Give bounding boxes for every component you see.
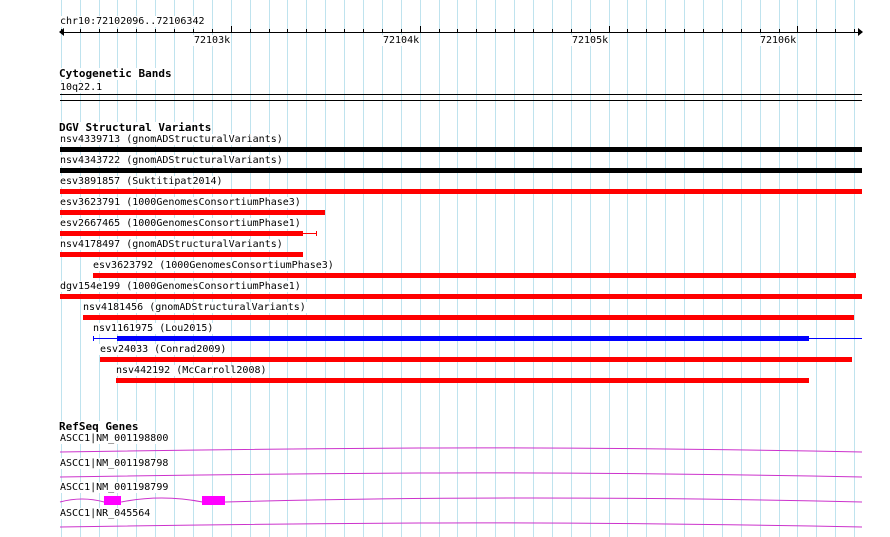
dgv-feature-bar[interactable] xyxy=(60,189,862,194)
dgv-feature-bar[interactable] xyxy=(60,252,303,257)
ruler-major-tick xyxy=(609,26,610,33)
region-label: chr10:72102096..72106342 xyxy=(59,16,206,27)
ruler-minor-tick xyxy=(344,29,345,33)
ruler-minor-tick xyxy=(646,29,647,33)
ruler-minor-tick xyxy=(80,29,81,33)
ruler-arrow-right xyxy=(858,28,863,36)
ruler-minor-tick xyxy=(741,29,742,33)
ruler-minor-tick xyxy=(250,29,251,33)
dgv-feature-label: dgv154e199 (1000GenomesConsortiumPhase1) xyxy=(59,281,302,292)
ruler-minor-tick xyxy=(627,29,628,33)
dgv-feature-bar[interactable] xyxy=(60,294,862,299)
refseq-exon[interactable] xyxy=(202,496,226,505)
ruler-minor-tick xyxy=(382,29,383,33)
dgv-feature-label: esv3623791 (1000GenomesConsortiumPhase3) xyxy=(59,197,302,208)
ruler-minor-tick xyxy=(684,29,685,33)
ruler-minor-tick xyxy=(457,29,458,33)
dgv-feature-label: nsv1161975 (Lou2015) xyxy=(92,323,215,334)
ruler-tick-label: 72105k xyxy=(571,35,610,46)
dgv-feature-bar[interactable] xyxy=(60,147,862,152)
ruler-minor-tick xyxy=(439,29,440,33)
ruler-tick-label: 72106k xyxy=(759,35,798,46)
ruler-minor-tick xyxy=(325,29,326,33)
dgv-feature-label: nsv4343722 (gnomADStructuralVariants) xyxy=(59,155,284,166)
ruler-minor-tick xyxy=(193,29,194,33)
dgv-feature-label: esv3891857 (Suktitipat2014) xyxy=(59,176,224,187)
ruler-minor-tick xyxy=(835,29,836,33)
dgv-feature-end-cap xyxy=(315,231,317,236)
dgv-feature-label: esv2667465 (1000GenomesConsortiumPhase1) xyxy=(59,218,302,229)
dgv-feature-bar[interactable] xyxy=(100,357,853,362)
dgv-feature-label: esv3623792 (1000GenomesConsortiumPhase3) xyxy=(92,260,335,271)
ruler-minor-tick xyxy=(476,29,477,33)
ruler-minor-tick xyxy=(779,29,780,33)
track-title-refseq: RefSeq Genes xyxy=(58,420,140,433)
ruler-minor-tick xyxy=(854,29,855,33)
ruler-minor-tick xyxy=(590,29,591,33)
ruler-major-tick xyxy=(420,26,421,33)
dgv-feature-end-cap xyxy=(92,336,94,341)
dgv-feature-bar[interactable] xyxy=(117,336,809,341)
ruler-minor-tick xyxy=(495,29,496,33)
ruler-minor-tick xyxy=(287,29,288,33)
ruler-minor-tick xyxy=(212,29,213,33)
ruler-minor-tick xyxy=(155,29,156,33)
dgv-feature-label: esv24033 (Conrad2009) xyxy=(99,344,228,355)
ruler-minor-tick xyxy=(665,29,666,33)
dgv-feature-label: nsv4339713 (gnomADStructuralVariants) xyxy=(59,134,284,145)
ruler-minor-tick xyxy=(117,29,118,33)
ruler-minor-tick xyxy=(533,29,534,33)
dgv-feature-label: nsv442192 (McCarroll2008) xyxy=(115,365,268,376)
dgv-feature-bar[interactable] xyxy=(83,315,855,320)
ruler-minor-tick xyxy=(703,29,704,33)
refseq-exon[interactable] xyxy=(104,496,122,505)
ruler-minor-tick xyxy=(760,29,761,33)
ruler-minor-tick xyxy=(136,29,137,33)
dgv-feature-bar[interactable] xyxy=(60,231,303,236)
cytoband-bar[interactable] xyxy=(60,100,862,101)
cytoband-bar[interactable] xyxy=(60,94,862,95)
ruler-minor-tick xyxy=(816,29,817,33)
ruler-minor-tick xyxy=(571,29,572,33)
ruler-minor-tick xyxy=(174,29,175,33)
ruler-minor-tick xyxy=(514,29,515,33)
refseq-intron-line xyxy=(59,522,863,528)
ruler-minor-tick xyxy=(99,29,100,33)
genome-browser-panel: chr10:72102096..72106342 72103k 72104k 721… xyxy=(0,0,890,537)
track-title-cytoband: Cytogenetic Bands xyxy=(58,67,173,80)
ruler-minor-tick xyxy=(722,29,723,33)
ruler-minor-tick xyxy=(401,29,402,33)
ruler-major-tick xyxy=(231,26,232,33)
ruler-minor-tick xyxy=(61,29,62,33)
dgv-feature-label: nsv4178497 (gnomADStructuralVariants) xyxy=(59,239,284,250)
dgv-feature-bar[interactable] xyxy=(115,378,809,383)
dgv-feature-bar[interactable] xyxy=(60,210,326,215)
cytoband-label: 10q22.1 xyxy=(59,82,104,93)
dgv-feature-bar[interactable] xyxy=(60,168,862,173)
ruler-tick-label: 72104k xyxy=(382,35,421,46)
dgv-feature-label: nsv4181456 (gnomADStructuralVariants) xyxy=(82,302,307,313)
ruler-minor-tick xyxy=(269,29,270,33)
track-title-dgv: DGV Structural Variants xyxy=(58,121,213,134)
ruler-minor-tick xyxy=(552,29,553,33)
ruler-minor-tick xyxy=(363,29,364,33)
dgv-feature-bar[interactable] xyxy=(92,273,856,278)
ruler-tick-label: 72103k xyxy=(193,35,232,46)
ruler-minor-tick xyxy=(306,29,307,33)
ruler-major-tick xyxy=(797,26,798,33)
